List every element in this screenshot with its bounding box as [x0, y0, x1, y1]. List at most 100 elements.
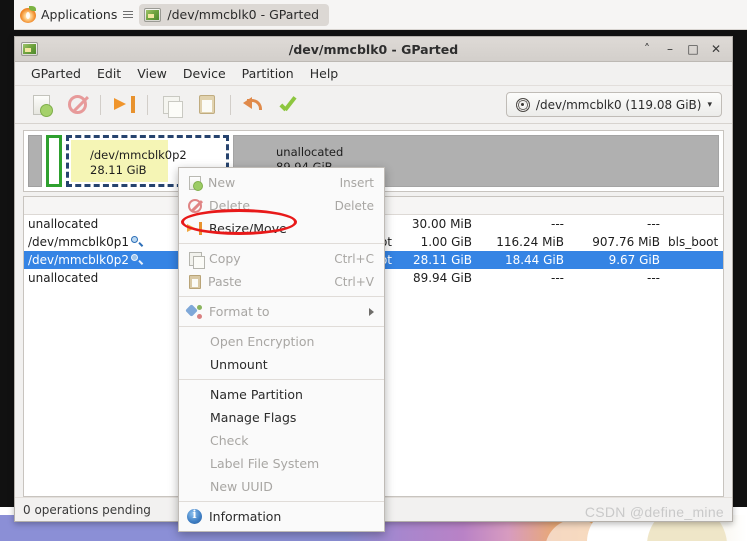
device-selector-value: /dev/mmcblk0 (119.08 GiB) [535, 97, 702, 112]
cell-partition: unallocated [28, 271, 99, 285]
context-menu-item-name-partition[interactable]: Name Partition [179, 383, 384, 406]
context-menu-label: Copy [209, 251, 241, 266]
delete-forbidden-icon [188, 198, 202, 213]
context-menu-label: Open Encryption [210, 334, 315, 349]
format-to-icon [185, 303, 202, 319]
context-menu-item-new-uuid[interactable]: New UUID [179, 475, 384, 498]
context-menu-label: Name Partition [210, 387, 303, 402]
context-menu-item-check[interactable]: Check [179, 429, 384, 452]
cell-used: 116.24 MiB [496, 235, 564, 249]
cell-partition-text: /dev/mmcblk0p1 [28, 235, 129, 249]
paste-button[interactable] [192, 91, 222, 119]
context-menu-item-manage-flags[interactable]: Manage Flags [179, 406, 384, 429]
context-menu-accel: Ctrl+V [334, 274, 374, 289]
partition-context-menu: New Insert Delete Delete Resize/Move Cop… [178, 167, 385, 532]
paste-clipboard-icon [199, 95, 215, 114]
new-document-icon [32, 94, 53, 117]
cell-flags: bls_boot [668, 235, 719, 249]
context-menu-item-format-to[interactable]: Format to [179, 300, 384, 323]
menu-gparted[interactable]: GParted [23, 64, 89, 83]
device-selector-combobox[interactable]: /dev/mmcblk0 (119.08 GiB) ▾ [505, 92, 722, 117]
copy-button[interactable] [156, 91, 186, 119]
graphic-partition-name: /dev/mmcblk0p2 [90, 148, 187, 162]
context-menu-item-resize-move[interactable]: Resize/Move [179, 217, 384, 240]
cell-unused: --- [647, 271, 660, 285]
applications-menu-button[interactable]: Applications [14, 6, 134, 23]
context-menu-item-unmount[interactable]: Unmount [179, 353, 384, 376]
toolbar-separator [147, 94, 148, 115]
context-menu-item-label-file-system[interactable]: Label File System [179, 452, 384, 475]
pending-operations-label: 0 operations pending [23, 502, 151, 517]
context-menu-item-paste[interactable]: Paste Ctrl+V [179, 270, 384, 293]
context-menu-label: Label File System [210, 456, 320, 471]
cell-unused: --- [647, 217, 660, 231]
context-menu-item-delete[interactable]: Delete Delete [179, 194, 384, 217]
context-menu-label: New [208, 175, 236, 190]
cell-flags [664, 215, 723, 233]
delete-partition-button[interactable] [62, 91, 92, 119]
context-menu-item-open-encryption[interactable]: Open Encryption [179, 330, 384, 353]
minimize-window-button[interactable]: – [664, 42, 676, 56]
context-menu-separator [179, 243, 384, 244]
shade-window-button[interactable]: ˄ [641, 42, 653, 56]
context-menu-accel: Delete [334, 198, 374, 213]
info-icon [187, 508, 202, 524]
context-menu-item-new[interactable]: New Insert [179, 171, 384, 194]
graphic-unallocated-name: unallocated [276, 145, 344, 159]
menu-partition[interactable]: Partition [234, 64, 302, 83]
cell-size: 1.00 GiB [420, 235, 472, 249]
context-menu-separator [179, 296, 384, 297]
cell-size: 30.00 MiB [411, 217, 472, 231]
gparted-icon [21, 42, 38, 56]
context-menu-label: Check [210, 433, 249, 448]
taskbar-window-button[interactable]: /dev/mmcblk0 - GParted [139, 3, 330, 26]
watermark-text: CSDN @define_mine [584, 504, 724, 520]
menu-device[interactable]: Device [175, 64, 234, 83]
cell-size: 89.94 GiB [412, 271, 472, 285]
applications-menu-label: Applications [41, 7, 118, 22]
context-menu-separator [179, 379, 384, 380]
menu-edit[interactable]: Edit [89, 64, 129, 83]
panel-grip-icon [123, 8, 134, 22]
cell-used: 18.44 GiB [476, 251, 568, 269]
mounted-magnifier-icon [130, 254, 144, 265]
copy-icon [162, 95, 183, 118]
graphic-unallocated-left[interactable] [28, 135, 42, 187]
cell-flags [664, 269, 723, 287]
context-menu-label: Delete [209, 198, 251, 213]
disk-icon [515, 97, 530, 112]
graphic-partition-mmcblk0p1[interactable] [46, 135, 62, 187]
gparted-icon [144, 7, 162, 22]
menu-help[interactable]: Help [302, 64, 347, 83]
paste-clipboard-icon [189, 274, 201, 289]
context-menu-label: Format to [209, 304, 270, 319]
close-window-button[interactable]: ✕ [710, 42, 722, 56]
cell-partition-text: /dev/mmcblk0p2 [28, 253, 129, 267]
context-menu-accel: Insert [339, 175, 374, 190]
resize-move-button[interactable] [109, 91, 139, 119]
mounted-magnifier-icon [130, 236, 144, 247]
cell-unused: 9.67 GiB [568, 251, 664, 269]
window-title: /dev/mmcblk0 - GParted [288, 41, 459, 57]
cell-partition: /dev/mmcblk0p1 [24, 233, 174, 251]
chevron-down-icon: ▾ [707, 99, 712, 110]
context-menu-label: Manage Flags [210, 410, 297, 425]
context-menu-item-information[interactable]: Information [179, 505, 384, 528]
delete-forbidden-icon [67, 95, 87, 114]
undo-button[interactable] [239, 91, 269, 119]
apply-button[interactable] [275, 91, 305, 119]
menu-view[interactable]: View [129, 64, 175, 83]
window-titlebar[interactable]: /dev/mmcblk0 - GParted ˄ – □ ✕ [15, 37, 732, 62]
new-document-icon [189, 175, 203, 191]
resize-move-arrow-icon [187, 222, 202, 235]
new-partition-button[interactable] [26, 91, 56, 119]
context-menu-label: New UUID [210, 479, 273, 494]
cell-partition: /dev/mmcblk0p2 [24, 251, 174, 269]
context-menu-label: Resize/Move [209, 221, 287, 236]
cell-size: 28.11 GiB [396, 251, 476, 269]
toolbar-separator [230, 94, 231, 115]
context-menu-label: Paste [208, 274, 242, 289]
cell-flags [664, 251, 723, 269]
context-menu-item-copy[interactable]: Copy Ctrl+C [179, 247, 384, 270]
maximize-window-button[interactable]: □ [687, 42, 699, 56]
